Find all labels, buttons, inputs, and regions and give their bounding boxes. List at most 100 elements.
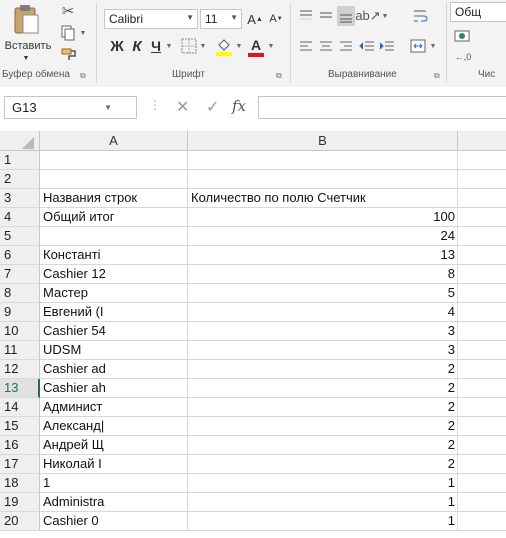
align-center-icon[interactable] <box>317 36 335 56</box>
underline-chevron-icon[interactable]: ▼ <box>164 40 174 52</box>
row-header[interactable]: 7 <box>0 265 40 284</box>
cell-c[interactable] <box>458 303 506 322</box>
name-box[interactable]: G13 ▼ <box>4 96 137 119</box>
cell-b[interactable]: 2 <box>188 379 458 398</box>
align-left-icon[interactable] <box>297 36 315 56</box>
cell-a[interactable]: UDSM <box>40 341 188 360</box>
row-header[interactable]: 9 <box>0 303 40 322</box>
row-header[interactable]: 18 <box>0 474 40 493</box>
cell-a[interactable] <box>40 170 188 189</box>
cell-b[interactable]: 2 <box>188 360 458 379</box>
row-header[interactable]: 2 <box>0 170 40 189</box>
align-middle-icon[interactable] <box>317 6 335 26</box>
row-header[interactable]: 8 <box>0 284 40 303</box>
cell-b[interactable]: 3 <box>188 322 458 341</box>
cell-a[interactable]: Названия строк <box>40 189 188 208</box>
merge-center-icon[interactable] <box>408 36 428 56</box>
borders-icon[interactable] <box>180 37 198 55</box>
cell-c[interactable] <box>458 284 506 303</box>
chevron-down-icon[interactable]: ▼ <box>104 103 112 112</box>
increase-indent-icon[interactable] <box>378 36 396 56</box>
row-header[interactable]: 16 <box>0 436 40 455</box>
increase-decimal-icon[interactable]: ←,0 <box>452 50 474 64</box>
row-header[interactable]: 10 <box>0 322 40 341</box>
cell-a[interactable]: Cashier 12 <box>40 265 188 284</box>
copy-icon[interactable] <box>58 24 78 42</box>
accounting-format-icon[interactable] <box>452 27 472 45</box>
cell-c[interactable] <box>458 379 506 398</box>
cell-c[interactable] <box>458 512 506 531</box>
cell-c[interactable] <box>458 455 506 474</box>
cell-c[interactable] <box>458 265 506 284</box>
row-header[interactable]: 6 <box>0 246 40 265</box>
cell-b[interactable]: 8 <box>188 265 458 284</box>
cell-c[interactable] <box>458 322 506 341</box>
cell-c[interactable] <box>458 436 506 455</box>
row-header[interactable]: 4 <box>0 208 40 227</box>
decrease-indent-icon[interactable] <box>358 36 376 56</box>
cell-b[interactable]: Количество по полю Счетчик <box>188 189 458 208</box>
cell-c[interactable] <box>458 398 506 417</box>
row-header[interactable]: 11 <box>0 341 40 360</box>
cell-c[interactable] <box>458 227 506 246</box>
cell-c[interactable] <box>458 493 506 512</box>
cell-a[interactable]: Андрей Щ <box>40 436 188 455</box>
row-header[interactable]: 20 <box>0 512 40 531</box>
font-launcher-icon[interactable]: ⧉ <box>276 71 282 81</box>
row-header[interactable]: 17 <box>0 455 40 474</box>
cell-b[interactable]: 1 <box>188 474 458 493</box>
cell-a[interactable] <box>40 151 188 170</box>
font-name-combo[interactable]: Calibri ▼ <box>104 9 198 29</box>
fill-color-icon[interactable] <box>214 36 234 58</box>
font-size-combo[interactable]: 11 ▼ <box>200 9 242 29</box>
cancel-icon[interactable]: ✕ <box>176 97 189 117</box>
cell-a[interactable]: Константі <box>40 246 188 265</box>
cell-c[interactable] <box>458 208 506 227</box>
cell-a[interactable]: Евгений (I <box>40 303 188 322</box>
cell-a[interactable]: 1 <box>40 474 188 493</box>
cell-b[interactable] <box>188 151 458 170</box>
cell-c[interactable] <box>458 151 506 170</box>
cell-a[interactable]: Александ| <box>40 417 188 436</box>
cell-a[interactable]: Общий итог <box>40 208 188 227</box>
cell-c[interactable] <box>458 170 506 189</box>
cell-b[interactable]: 1 <box>188 493 458 512</box>
shrink-font-button[interactable]: A ▼ <box>268 9 284 29</box>
cell-c[interactable] <box>458 474 506 493</box>
row-header[interactable]: 12 <box>0 360 40 379</box>
paste-dropdown-chevron-icon[interactable]: ▼ <box>20 53 32 63</box>
wrap-text-icon[interactable] <box>410 6 430 26</box>
format-painter-icon[interactable] <box>60 46 78 62</box>
select-all-corner[interactable] <box>0 131 40 151</box>
insert-function-icon[interactable]: fx <box>232 97 246 115</box>
align-bottom-icon[interactable] <box>337 6 355 26</box>
bold-button[interactable]: Ж <box>108 36 126 56</box>
row-header[interactable]: 14 <box>0 398 40 417</box>
column-header-b[interactable]: B <box>188 131 458 151</box>
enter-icon[interactable]: ✓ <box>206 97 219 117</box>
column-header-a[interactable]: A <box>40 131 188 151</box>
cell-c[interactable] <box>458 360 506 379</box>
cell-b[interactable]: 5 <box>188 284 458 303</box>
cell-b[interactable]: 4 <box>188 303 458 322</box>
number-format-combo[interactable]: Общ <box>450 2 506 22</box>
cell-b[interactable]: 2 <box>188 398 458 417</box>
copy-dropdown-chevron-icon[interactable]: ▼ <box>78 28 88 38</box>
row-header[interactable]: 3 <box>0 189 40 208</box>
fill-color-chevron-icon[interactable]: ▼ <box>234 40 244 52</box>
orientation-chevron-icon[interactable]: ▼ <box>380 10 390 22</box>
cell-b[interactable]: 24 <box>188 227 458 246</box>
row-header[interactable]: 13 <box>0 379 40 398</box>
cell-b[interactable] <box>188 170 458 189</box>
cell-c[interactable] <box>458 341 506 360</box>
merge-chevron-icon[interactable]: ▼ <box>428 40 438 52</box>
align-right-icon[interactable] <box>337 36 355 56</box>
borders-chevron-icon[interactable]: ▼ <box>198 40 208 52</box>
cell-a[interactable]: Cashier 54 <box>40 322 188 341</box>
clipboard-launcher-icon[interactable]: ⧉ <box>80 71 86 81</box>
cell-a[interactable]: Мастер <box>40 284 188 303</box>
font-color-chevron-icon[interactable]: ▼ <box>266 40 276 52</box>
paste-button[interactable]: Вставить <box>2 39 54 53</box>
cut-icon[interactable]: ✂ <box>58 2 78 20</box>
cell-c[interactable] <box>458 189 506 208</box>
